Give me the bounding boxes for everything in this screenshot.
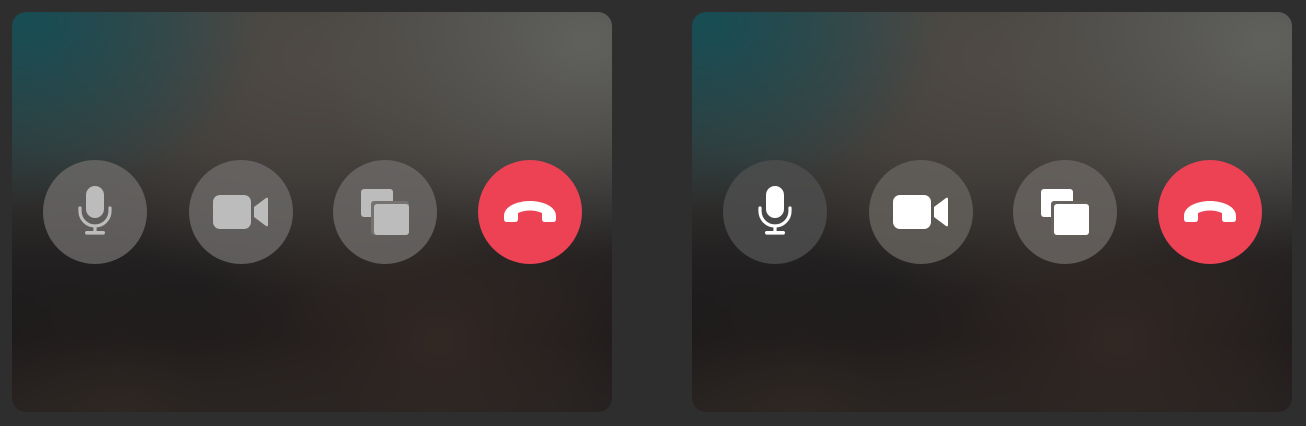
microphone-icon — [75, 186, 115, 238]
camera-button[interactable] — [189, 160, 293, 264]
microphone-icon — [755, 186, 795, 238]
call-controls-bar — [692, 12, 1292, 412]
call-panel-enabled — [692, 12, 1292, 412]
call-panel-disabled — [12, 12, 612, 412]
screen-share-button[interactable] — [1013, 160, 1117, 264]
video-camera-icon — [213, 193, 269, 231]
camera-button[interactable] — [869, 160, 973, 264]
end-call-button[interactable] — [478, 160, 582, 264]
phone-hangup-icon — [500, 198, 560, 226]
end-call-button[interactable] — [1158, 160, 1262, 264]
screen-share-button[interactable] — [333, 160, 437, 264]
microphone-button[interactable] — [43, 160, 147, 264]
screen-share-icon — [1039, 187, 1091, 237]
video-camera-icon — [893, 193, 949, 231]
call-controls-bar — [12, 12, 612, 412]
microphone-button[interactable] — [723, 160, 827, 264]
phone-hangup-icon — [1180, 198, 1240, 226]
screen-share-icon — [359, 187, 411, 237]
call-controls-stage — [0, 0, 1306, 426]
